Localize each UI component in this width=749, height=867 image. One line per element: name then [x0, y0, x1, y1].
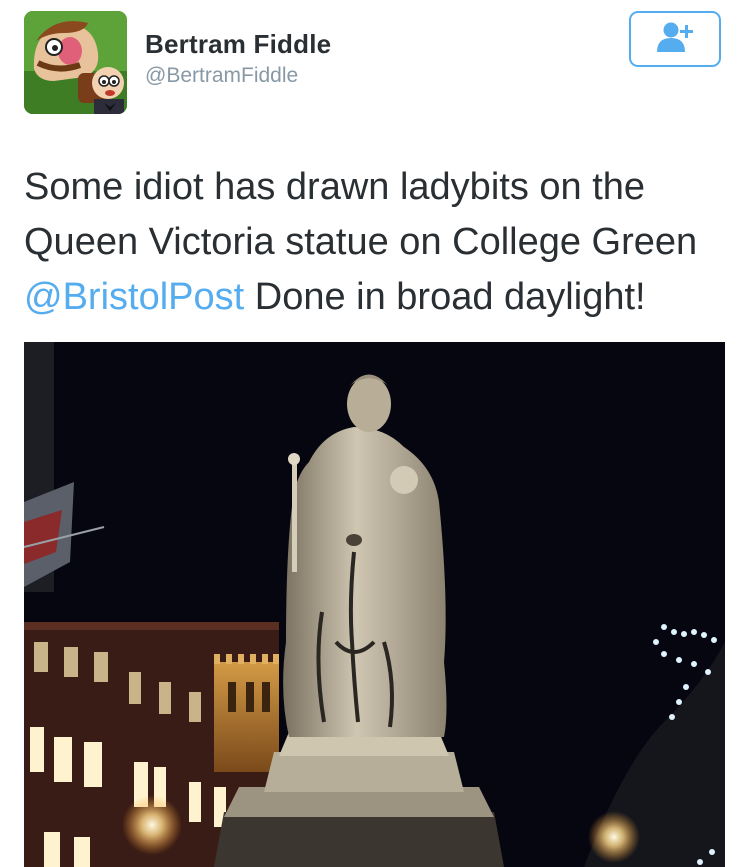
- user-handle[interactable]: @BertramFiddle: [145, 64, 298, 88]
- mention-link[interactable]: @BristolPost: [24, 276, 244, 318]
- tweet-text: Some idiot has drawn ladybits on the Que…: [24, 160, 736, 325]
- avatar[interactable]: [24, 11, 127, 114]
- user-display-name[interactable]: Bertram Fiddle: [145, 29, 331, 60]
- tweet-photo[interactable]: [24, 342, 725, 867]
- follow-button[interactable]: [629, 11, 721, 67]
- tweet-text-part: Some idiot has drawn ladybits on the Que…: [24, 166, 698, 263]
- tweet-text-part: Done in broad daylight!: [244, 276, 646, 318]
- add-user-icon: [655, 21, 695, 58]
